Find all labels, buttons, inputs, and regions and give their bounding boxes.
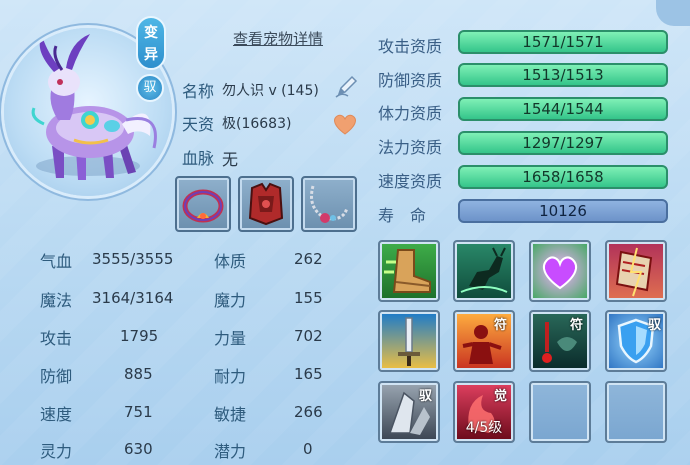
mutant-badge-text: 变异 xyxy=(144,25,158,63)
skill-slot-2[interactable] xyxy=(453,240,515,302)
talent-value: 极(16683) xyxy=(222,116,292,132)
skill-slot-empty-2[interactable] xyxy=(605,381,667,443)
skill-slot-10[interactable]: 觉 4/5级 xyxy=(453,381,515,443)
equipment-slot-3[interactable] xyxy=(301,176,357,232)
tame-badge-text: 驭 xyxy=(143,80,157,95)
aptitude-bar-magic: 1297/1297 xyxy=(458,131,668,155)
heart-icon[interactable] xyxy=(332,112,358,136)
talisman-tag: 符 xyxy=(493,318,507,333)
aptitude-bar-defense: 1513/1513 xyxy=(458,63,668,87)
mutant-badge: 变异 xyxy=(136,16,166,70)
aptitude-label-defense: 防御资质 xyxy=(378,71,443,90)
stat-value-speed: 751 xyxy=(124,403,153,421)
aptitude-label-magic: 法力资质 xyxy=(378,138,443,157)
equipment-slot-2[interactable] xyxy=(238,176,294,232)
lifespan-bar: 10126 xyxy=(458,199,668,223)
skill-slot-7[interactable]: 符 xyxy=(529,310,591,372)
aptitude-bar-attack: 1571/1571 xyxy=(458,30,668,54)
tame-badge: 驭 xyxy=(136,74,164,102)
awaken-level: 4/5级 xyxy=(465,420,503,436)
stat-value-spirit: 630 xyxy=(124,440,153,458)
attr-label-endurance: 耐力 xyxy=(214,367,247,386)
attr-value-potential: 0 xyxy=(303,440,313,458)
attr-label-magic-power: 魔力 xyxy=(214,291,247,310)
aptitude-label-attack: 攻击资质 xyxy=(378,37,443,56)
skill-slot-6[interactable]: 符 xyxy=(453,310,515,372)
attr-label-agility: 敏捷 xyxy=(214,405,247,424)
attr-label-strength: 力量 xyxy=(214,329,247,348)
skill-slot-3[interactable] xyxy=(529,240,591,302)
aptitude-label-speed: 速度资质 xyxy=(378,172,443,191)
stat-label-attack: 攻击 xyxy=(40,329,73,348)
purple-heart-icon xyxy=(542,256,578,290)
stat-label-mp: 魔法 xyxy=(40,291,73,310)
skill-slot-9[interactable]: 驭 xyxy=(378,381,440,443)
stat-label-speed: 速度 xyxy=(40,405,73,424)
attr-label-potential: 潜力 xyxy=(214,442,247,461)
attr-value-magic-power: 155 xyxy=(294,289,323,307)
sword-icon xyxy=(398,317,420,366)
armor-icon xyxy=(248,182,284,226)
talisman-tag: 符 xyxy=(569,318,583,333)
stat-label-defense: 防御 xyxy=(40,367,73,386)
lifespan-label: 寿 命 xyxy=(378,206,427,225)
stat-value-hp: 3555/3555 xyxy=(92,250,174,268)
skill-slot-1[interactable] xyxy=(378,240,440,302)
bloodline-value: 无 xyxy=(222,150,239,169)
bloodline-label: 血脉 xyxy=(182,149,215,168)
rename-pen-icon[interactable] xyxy=(334,74,360,100)
view-pet-details-link[interactable]: 查看宠物详情 xyxy=(218,28,338,49)
skill-slot-4[interactable] xyxy=(605,240,667,302)
stat-value-mp: 3164/3164 xyxy=(92,289,174,307)
tame-tag: 驭 xyxy=(418,389,432,404)
attr-value-constitution: 262 xyxy=(294,250,323,268)
stat-value-defense: 885 xyxy=(124,365,153,383)
stat-label-hp: 气血 xyxy=(40,252,73,271)
attr-value-agility: 266 xyxy=(294,403,323,421)
stat-value-attack: 1795 xyxy=(120,327,159,345)
skill-slot-8[interactable]: 驭 xyxy=(605,310,667,372)
stat-label-spirit: 灵力 xyxy=(40,442,73,461)
name-label: 名称 xyxy=(182,82,215,101)
collar-ring-icon xyxy=(182,189,224,223)
attr-value-strength: 702 xyxy=(294,327,323,345)
tame-tag: 驭 xyxy=(647,318,661,333)
attr-label-constitution: 体质 xyxy=(214,252,247,271)
aptitude-bar-stamina: 1544/1544 xyxy=(458,97,668,121)
aptitude-label-stamina: 体力资质 xyxy=(378,104,443,123)
skill-slot-empty-1[interactable] xyxy=(529,381,591,443)
awaken-tag: 觉 xyxy=(493,389,507,404)
aptitude-bar-speed: 1658/1658 xyxy=(458,165,668,189)
red-scroll-icon xyxy=(615,247,653,297)
equipment-slot-1[interactable] xyxy=(175,176,231,232)
leaping-deer-icon xyxy=(460,247,508,293)
talent-label: 天资 xyxy=(182,115,215,134)
necklace-icon xyxy=(310,185,349,223)
attr-value-endurance: 165 xyxy=(294,365,323,383)
boot-icon xyxy=(384,249,431,293)
pet-name: 勿人识 v (145) xyxy=(222,83,319,99)
skill-slot-5[interactable] xyxy=(378,310,440,372)
